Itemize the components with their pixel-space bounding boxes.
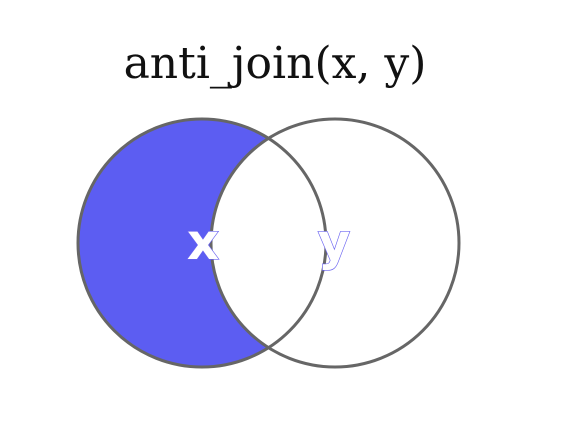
venn-diagram: anti_join(x, y) x y [76,38,461,369]
set-y-label: y [318,213,351,271]
set-x-label: x [187,213,219,271]
diagram-title: anti_join(x, y) [124,38,427,89]
